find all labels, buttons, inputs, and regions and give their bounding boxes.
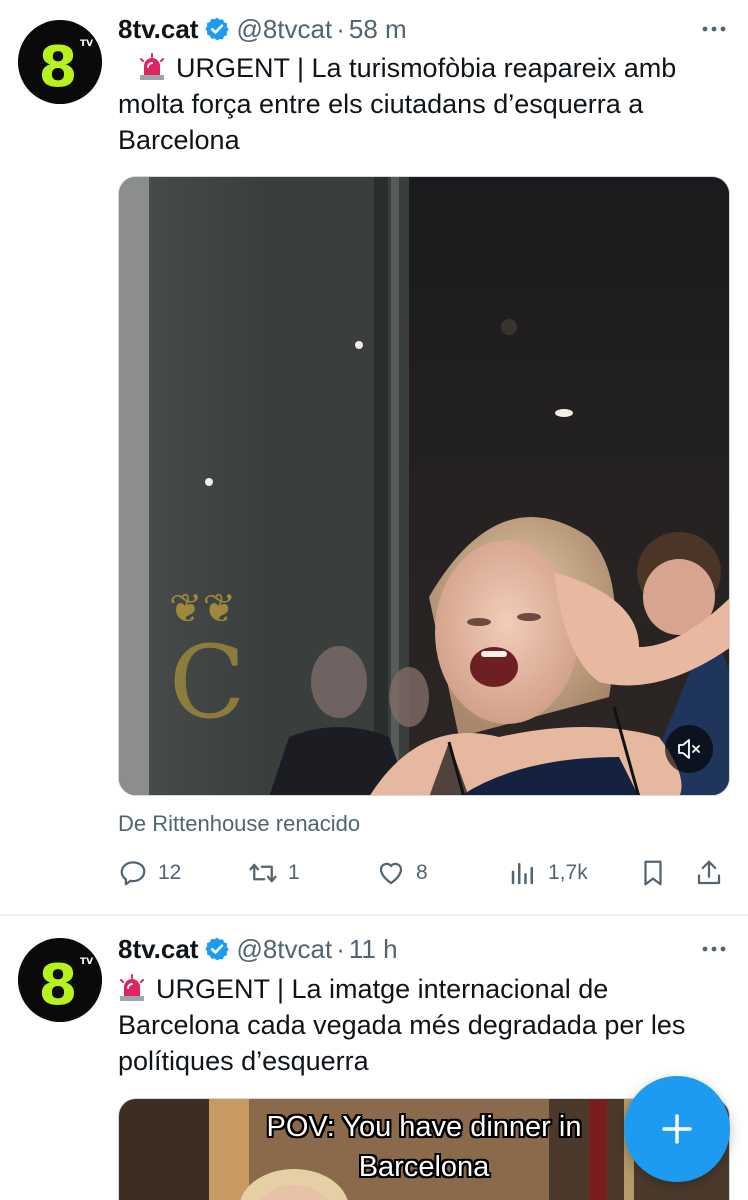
muted-speaker-icon [678, 739, 700, 759]
mute-button[interactable] [665, 725, 713, 773]
8tv-logo-icon: 8 TV [18, 938, 102, 1022]
heart-icon [379, 862, 403, 885]
siren-icon [138, 53, 166, 81]
tweet-text: URGENT | La turismofòbia reapareix amb m… [118, 50, 724, 158]
tweet-text: URGENT | La imatge internacional de Barc… [118, 971, 724, 1079]
svg-text:C: C [169, 624, 246, 741]
retweet-icon [249, 863, 277, 883]
more-dots-icon[interactable] [700, 15, 728, 43]
like-button[interactable]: 8 [376, 852, 428, 894]
share-button[interactable] [694, 852, 724, 894]
video-attribution[interactable]: De Rittenhouse renacido [118, 811, 360, 837]
video-player[interactable]: ❦❦ C [118, 176, 730, 796]
svg-text:TV: TV [80, 39, 93, 49]
view-count: 1,7k [548, 861, 588, 884]
svg-text:TV: TV [80, 957, 93, 967]
like-count: 8 [416, 861, 428, 884]
retweet-count: 1 [288, 861, 300, 884]
verified-badge-icon [205, 17, 230, 41]
tweet-header: 8tv.cat @8tvcat · 11 h [118, 932, 728, 966]
share-icon [697, 860, 721, 885]
tweet-body: URGENT | La imatge internacional de Barc… [118, 974, 686, 1076]
compose-button[interactable] [624, 1076, 730, 1182]
reply-icon [120, 861, 146, 886]
tweet-actions: 12 1 8 1,7k [118, 852, 730, 894]
bookmark-icon [644, 860, 662, 886]
handle[interactable]: @8tvcat [236, 14, 332, 45]
reply-count: 12 [158, 861, 182, 884]
reply-button[interactable]: 12 [118, 852, 181, 894]
separator-dot: · [336, 933, 345, 964]
views-button[interactable]: 1,7k [508, 852, 588, 894]
svg-text:8: 8 [39, 35, 78, 100]
avatar[interactable]: 8 TV [18, 20, 102, 104]
more-dots-icon[interactable] [700, 935, 728, 963]
display-name[interactable]: 8tv.cat [118, 934, 198, 965]
plus-icon [662, 1114, 692, 1144]
handle[interactable]: @8tvcat [236, 934, 332, 965]
siren-icon [118, 974, 146, 1002]
verified-badge-icon [205, 937, 230, 961]
separator-dot: · [336, 13, 345, 44]
tweet-header: 8tv.cat @8tvcat · 58 m [118, 12, 728, 46]
video-frame: ❦❦ C [119, 177, 729, 795]
retweet-button[interactable]: 1 [248, 852, 300, 894]
avatar[interactable]: 8 TV [18, 938, 102, 1022]
svg-text:8: 8 [39, 953, 78, 1018]
timestamp[interactable]: 11 h [349, 934, 398, 965]
timestamp[interactable]: 58 m [349, 14, 407, 45]
views-bar-chart-icon [511, 863, 533, 885]
8tv-logo-icon: 8 TV [18, 20, 102, 104]
tweet-body: URGENT | La turismofòbia reapareix amb m… [118, 53, 677, 155]
bookmark-button[interactable] [638, 852, 668, 894]
display-name[interactable]: 8tv.cat [118, 14, 198, 45]
tweet[interactable]: 8 TV 8tv.cat @8tvcat · 58 m URGENT | La … [0, 0, 748, 915]
